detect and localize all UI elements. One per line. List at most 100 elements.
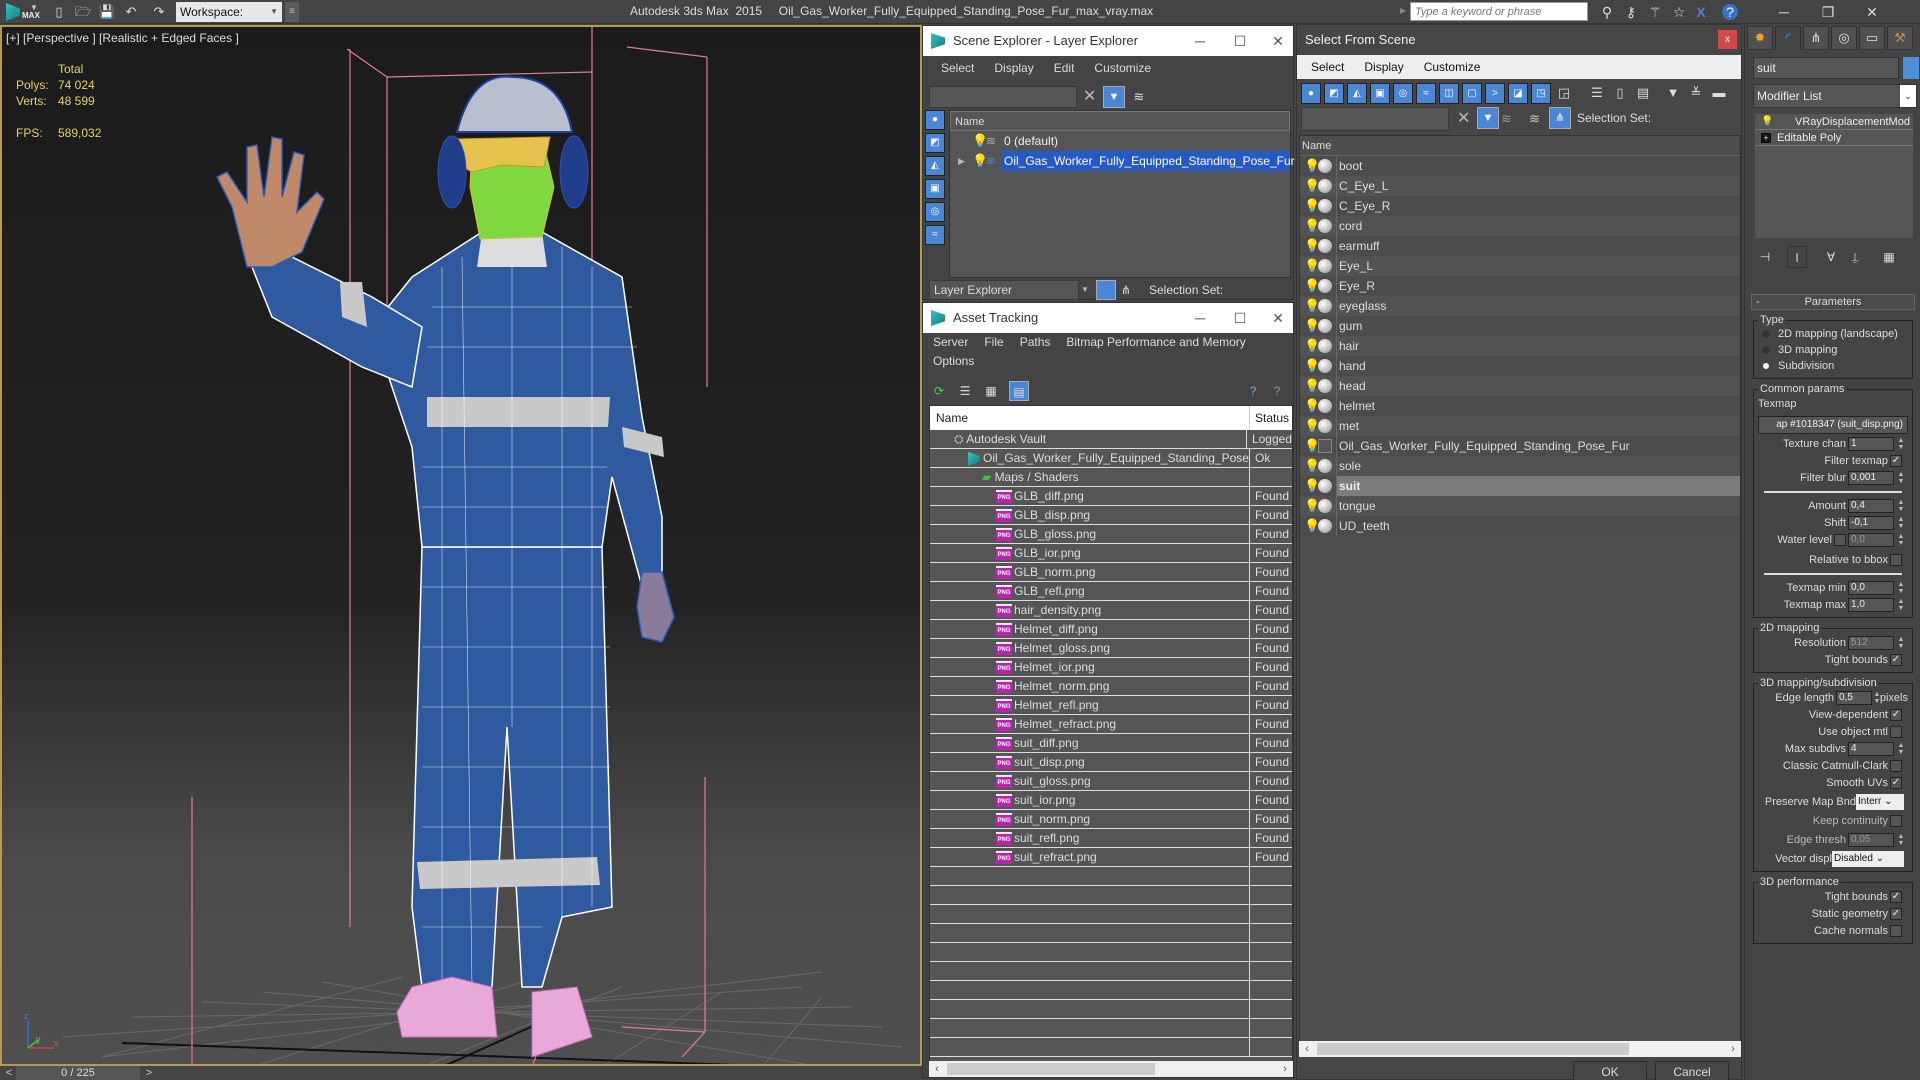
show-end-result-icon[interactable]: I	[1787, 246, 1807, 268]
satellite-icon[interactable]: ⚚	[1646, 3, 1664, 21]
maximize-button[interactable]: ☐	[1225, 303, 1255, 333]
object-search-input[interactable]	[1301, 107, 1449, 131]
select-all-icon[interactable]: ☰	[1587, 83, 1607, 104]
view-dependent-checkbox[interactable]: ✓	[1890, 709, 1902, 721]
new-file-button[interactable]: ▯	[50, 3, 68, 21]
edge-thresh-spinner[interactable]: 0,05	[1848, 833, 1894, 847]
layer-options-icon[interactable]: ≋	[1129, 87, 1149, 107]
water-level-checkbox[interactable]	[1834, 534, 1846, 546]
object-row[interactable]: 💡 boot	[1300, 156, 1740, 176]
object-row[interactable]: 💡 Eye_R	[1300, 276, 1740, 296]
asset-row[interactable]: PNG suit_refl.png Found	[930, 829, 1292, 848]
previous-frame-button[interactable]: <	[2, 1066, 16, 1080]
spacewarps-filter-icon[interactable]: ≈	[1416, 83, 1436, 104]
modifier-stack-item[interactable]: 💡 VRayDisplacementMod	[1755, 114, 1913, 130]
close-button[interactable]: ✕	[1263, 26, 1293, 56]
save-file-button[interactable]: 💾	[98, 3, 116, 21]
object-row[interactable]: 💡 Eye_L	[1300, 256, 1740, 276]
clear-search-icon[interactable]: ✕	[1457, 108, 1470, 130]
amount-spinner[interactable]: 0,4	[1848, 499, 1894, 513]
object-row[interactable]: 💡 gum	[1300, 316, 1740, 336]
asset-row[interactable]: ⛭ Autodesk Vault Logged	[930, 430, 1292, 449]
perf-tight-bounds-checkbox[interactable]: ✓	[1890, 891, 1902, 903]
object-row[interactable]: 💡 C_Eye_L	[1300, 176, 1740, 196]
viewport-label[interactable]: [+] [Perspective ] [Realistic + Edged Fa…	[6, 31, 239, 45]
project-folder-button[interactable]	[155, 3, 171, 21]
layer-row[interactable]: 💡 ≋ 0 (default)	[950, 131, 1290, 151]
spinner-arrows-icon[interactable]: ▲ ▼	[1896, 833, 1906, 847]
spinner-arrows-icon[interactable]: ▲ ▼	[1896, 471, 1906, 485]
scroll-left-icon[interactable]: ‹	[1299, 1041, 1315, 1057]
ok-button[interactable]: OK	[1573, 1061, 1647, 1080]
menu-select[interactable]: Select	[931, 56, 984, 80]
maximize-button[interactable]: ☐	[1225, 26, 1255, 56]
asset-row[interactable]: PNG Helmet_refl.png Found	[930, 696, 1292, 715]
menu-bitmap-performance[interactable]: Bitmap Performance and Memory	[1058, 333, 1253, 352]
list-view-icon[interactable]: ☰	[955, 381, 975, 401]
thumbnail-view-icon[interactable]: ▦	[981, 381, 1001, 401]
sort-by-layer-icon[interactable]	[1096, 280, 1116, 300]
object-name-input[interactable]: suit	[1753, 57, 1899, 79]
helpers-filter-icon[interactable]: ◎	[925, 202, 945, 222]
menu-display[interactable]: Display	[984, 56, 1043, 80]
object-row[interactable]: 💡 met	[1300, 416, 1740, 436]
refresh-icon[interactable]: ⟳	[929, 381, 949, 401]
exchange-icon[interactable]: X	[1692, 3, 1710, 21]
configure-modifier-sets-icon[interactable]: ▦	[1879, 246, 1899, 268]
app-menu-button[interactable]: MAX ▼	[4, 1, 42, 23]
filter-icon[interactable]: ▼	[1103, 86, 1125, 108]
hierarchy-icon[interactable]: ⋔	[1549, 107, 1571, 129]
lights-filter-icon[interactable]: ◭	[925, 156, 945, 176]
horizontal-scrollbar[interactable]: ‹ ›	[1299, 1041, 1741, 1057]
filter-icon[interactable]: ▼	[1477, 107, 1499, 129]
create-tab-icon[interactable]: ✸	[1747, 26, 1773, 50]
static-geometry-checkbox[interactable]: ✓	[1890, 908, 1902, 920]
asset-row[interactable]: PNG suit_disp.png Found	[930, 753, 1292, 772]
keyword-search-input[interactable]: Type a keyword or phrase	[1410, 2, 1588, 21]
asset-row[interactable]: PNG Helmet_ior.png Found	[930, 658, 1292, 677]
shapes-filter-icon[interactable]: ◩	[1324, 83, 1344, 104]
sort-by-layer-icon[interactable]: ≋	[1529, 108, 1540, 130]
edge-length-spinner[interactable]: 0,5	[1836, 691, 1872, 705]
asset-row[interactable]: PNG Helmet_norm.png Found	[930, 677, 1292, 696]
motion-tab-icon[interactable]: ◎	[1831, 26, 1857, 50]
resolution-spinner[interactable]: 512	[1848, 636, 1894, 650]
filter-texmap-checkbox[interactable]: ✓	[1890, 455, 1902, 467]
close-button[interactable]: x	[1718, 30, 1737, 49]
asset-row[interactable]: PNG suit_refract.png Found	[930, 848, 1292, 867]
relative-bbox-checkbox[interactable]	[1890, 554, 1902, 566]
spinner-arrows-icon[interactable]: ▲ ▼	[1896, 499, 1906, 513]
shift-spinner[interactable]: -0,1	[1848, 516, 1894, 530]
asset-row[interactable]: PNG GLB_ior.png Found	[930, 544, 1292, 563]
max-subdivs-spinner[interactable]: 4	[1848, 742, 1894, 756]
binoculars-icon[interactable]: ⚲	[1598, 3, 1616, 21]
remove-modifier-icon[interactable]: ⍊	[1845, 246, 1865, 268]
modify-tab-icon[interactable]: ◜	[1775, 26, 1801, 50]
vector-displ-dropdown[interactable]: Disabled ⌄	[1832, 851, 1904, 867]
asset-row[interactable]: PNG Helmet_gloss.png Found	[930, 639, 1292, 658]
layer-row[interactable]: ▶ 💡 ≋ Oil_Gas_Worker_Fully_Equipped_Stan…	[950, 151, 1295, 171]
name-column-header[interactable]: Name	[930, 406, 1250, 430]
minimize-button[interactable]: ─	[1762, 0, 1806, 24]
select-from-scene-titlebar[interactable]: Select From Scene x	[1297, 25, 1741, 55]
display-tab-icon[interactable]: ▭	[1859, 26, 1885, 50]
menu-edit[interactable]: Edit	[1044, 56, 1085, 80]
asset-row[interactable]: PNG GLB_refl.png Found	[930, 582, 1292, 601]
object-row[interactable]: 💡 tongue	[1300, 496, 1740, 516]
scrollbar-thumb[interactable]	[1317, 1043, 1629, 1055]
radio-2d-mapping[interactable]: 2D mapping (landscape)	[1758, 326, 1908, 342]
utilities-tab-icon[interactable]: ⚒	[1887, 26, 1913, 50]
texture-chan-spinner[interactable]: 1	[1848, 437, 1894, 451]
menu-display[interactable]: Display	[1354, 55, 1413, 79]
hierarchy-icon[interactable]: ⋔	[1121, 280, 1131, 300]
menu-customize[interactable]: Customize	[1414, 55, 1491, 79]
asset-row[interactable]: PNG Helmet_diff.png Found	[930, 620, 1292, 639]
time-slider[interactable]: 0 / 225	[16, 1066, 140, 1080]
object-row[interactable]: 💡 eyeglass	[1300, 296, 1740, 316]
explorer-mode-dropdown[interactable]: Layer Explorer	[929, 280, 1079, 300]
radio-subdivision[interactable]: Subdivision	[1758, 358, 1908, 374]
spinner-arrows-icon[interactable]: ▲ ▼	[1896, 636, 1906, 650]
asset-row[interactable]: PNG GLB_diff.png Found	[930, 487, 1292, 506]
geometry-filter-icon[interactable]: ●	[1301, 83, 1321, 104]
hidden-filter-icon[interactable]: ◲	[1554, 83, 1574, 104]
